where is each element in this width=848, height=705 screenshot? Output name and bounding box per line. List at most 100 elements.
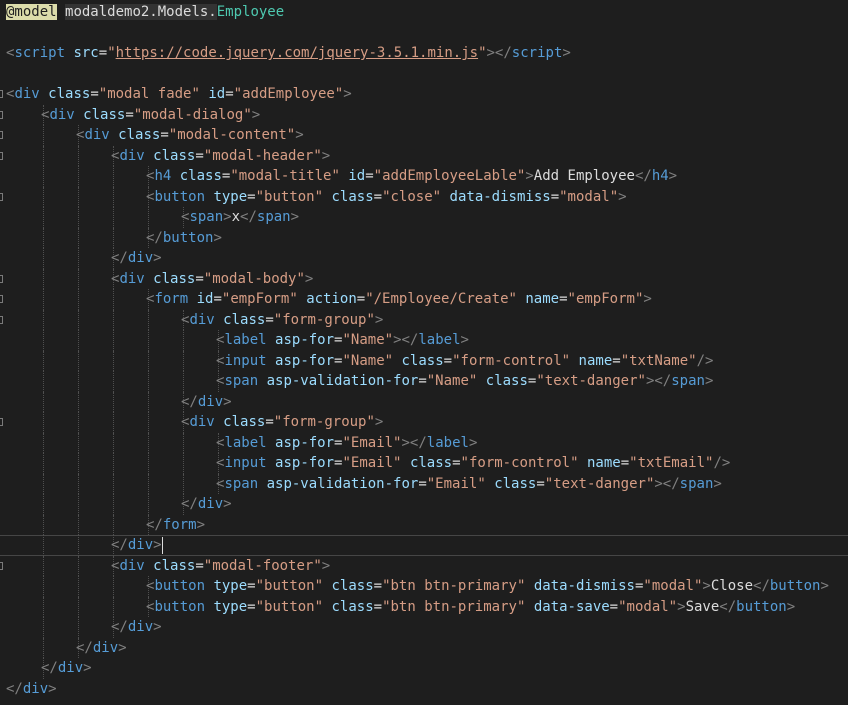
code-token: class — [48, 86, 91, 102]
code-token: </ — [111, 619, 128, 635]
code-line[interactable]: </div> — [0, 535, 848, 556]
fold-marker-icon[interactable] — [0, 561, 3, 570]
fold-marker-icon[interactable] — [0, 295, 3, 303]
indent-guide — [43, 432, 44, 453]
code-text: </div> — [181, 494, 232, 515]
code-line[interactable]: <button type="button" class="btn btn-pri… — [0, 576, 848, 597]
code-token: span — [671, 373, 705, 389]
code-token: /> — [696, 352, 714, 369]
code-token: "modal-content" — [168, 127, 296, 143]
fold-marker-icon[interactable] — [0, 315, 3, 324]
indent-guide — [78, 309, 79, 330]
code-line[interactable]: <div class="modal-header"> — [0, 145, 848, 167]
code-line[interactable] — [0, 64, 848, 85]
code-token: div — [127, 250, 154, 266]
code-token: class — [153, 147, 196, 164]
indent-guide — [148, 330, 149, 351]
fold-marker-icon[interactable] — [0, 274, 3, 283]
code-line[interactable]: <div class="modal-footer"> — [0, 555, 848, 576]
indent-guide — [148, 309, 149, 330]
code-token: > — [153, 250, 162, 266]
code-token: div — [197, 496, 224, 512]
indent-guide — [78, 207, 79, 228]
code-line[interactable]: </div> — [0, 617, 848, 638]
indent-guide — [183, 473, 184, 494]
code-line[interactable]: <div class="modal fade" id="addEmployee"… — [0, 84, 848, 105]
code-token: "modal-title" — [230, 168, 340, 184]
code-line[interactable]: </div> — [0, 637, 848, 658]
code-line[interactable]: <span>x</span> — [0, 207, 848, 228]
code-line[interactable]: <label asp-for="Email"></label> — [0, 432, 848, 454]
code-token: = — [247, 598, 256, 615]
code-token: "/Employee/Create" — [365, 291, 517, 307]
code-token: </ — [240, 209, 257, 225]
code-token: h4 — [154, 168, 172, 184]
code-text: <h4 class="modal-title" id="addEmployeeL… — [146, 166, 677, 187]
code-token: ></ — [393, 332, 419, 348]
code-line[interactable]: <script src="https://code.jquery.com/jqu… — [0, 43, 848, 64]
code-line[interactable]: <div class="form-group"> — [0, 309, 848, 330]
code-line[interactable]: </button> — [0, 227, 848, 248]
code-token: = — [559, 291, 568, 307]
code-line[interactable]: <div class="modal-body"> — [0, 268, 848, 289]
fold-marker-icon[interactable] — [0, 151, 3, 160]
code-text: <div class="modal-header"> — [111, 146, 330, 167]
fold-marker-icon[interactable] — [0, 418, 3, 426]
indent-guide — [43, 166, 44, 187]
indent-guide — [113, 309, 114, 330]
code-line[interactable]: <span asp-validation-for="Name" class="t… — [0, 371, 848, 392]
indent-guide — [113, 412, 114, 433]
code-line[interactable]: <button type="button" class="btn btn-pri… — [0, 596, 848, 617]
code-line[interactable]: <span asp-validation-for="Email" class="… — [0, 473, 848, 494]
code-token: = — [265, 414, 274, 430]
text-caret — [161, 536, 163, 554]
code-line[interactable]: </div> — [0, 658, 848, 679]
code-token: > — [48, 680, 57, 697]
code-token: div — [127, 619, 154, 635]
code-token: "modal" — [559, 188, 619, 205]
code-token: div — [119, 270, 145, 287]
code-line[interactable]: </div> — [0, 679, 848, 700]
code-line[interactable]: <div class="modal-content"> — [0, 125, 848, 146]
fold-marker-icon[interactable] — [0, 90, 3, 98]
code-text: <label asp-for="Email"></label> — [216, 433, 477, 454]
code-line[interactable]: <h4 class="modal-title" id="addEmployeeL… — [0, 166, 848, 187]
code-token: </ — [111, 537, 128, 553]
code-token: div — [119, 147, 145, 164]
code-line[interactable]: </div> — [0, 248, 848, 269]
code-line[interactable]: </div> — [0, 494, 848, 515]
code-editor[interactable]: @model modaldemo2.Models.Employee <script… — [0, 0, 848, 705]
fold-marker-icon[interactable] — [0, 110, 3, 119]
code-line[interactable]: <div class="form-group"> — [0, 412, 848, 433]
fold-marker-icon[interactable] — [0, 192, 3, 201]
code-token: = — [418, 475, 427, 492]
code-token: > — [321, 557, 331, 574]
code-token: "Email" — [426, 475, 486, 492]
code-line[interactable]: </div> — [0, 391, 848, 412]
code-token: = — [225, 86, 234, 102]
code-line[interactable]: <form id="empForm" action="/Employee/Cre… — [0, 289, 848, 310]
indent-guide — [183, 371, 184, 392]
code-line[interactable]: @model modaldemo2.Models.Employee — [0, 2, 848, 23]
code-token: asp-for — [275, 434, 335, 451]
code-token: "Email" — [342, 434, 402, 451]
code-line[interactable]: <label asp-for="Name"></label> — [0, 330, 848, 351]
code-line[interactable]: <input asp-for="Name" class="form-contro… — [0, 350, 848, 371]
code-token: </ — [111, 250, 128, 266]
code-text: <button type="button" class="btn btn-pri… — [146, 576, 829, 597]
code-line[interactable] — [0, 23, 848, 44]
code-line[interactable]: <button type="button" class="close" data… — [0, 186, 848, 207]
code-line[interactable]: <div class="modal-dialog"> — [0, 104, 848, 125]
fold-marker-icon[interactable] — [0, 131, 3, 139]
code-line[interactable]: </form> — [0, 514, 848, 535]
code-token: input — [224, 352, 267, 369]
code-token: > — [251, 106, 261, 123]
indent-guide — [78, 617, 79, 638]
code-text: <div class="modal-content"> — [76, 125, 304, 146]
code-line[interactable]: <input asp-for="Email" class="form-contr… — [0, 453, 848, 474]
